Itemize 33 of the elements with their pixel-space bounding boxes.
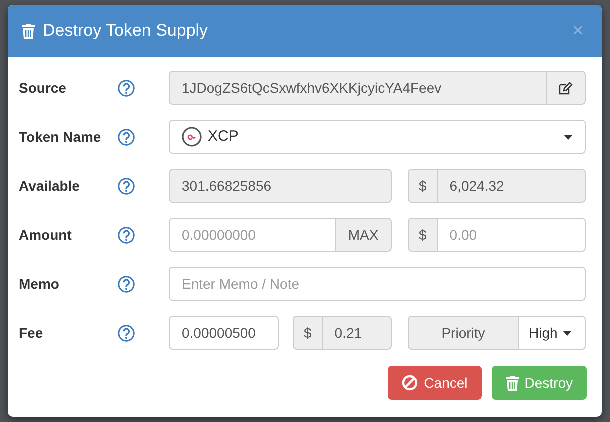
token-logo-icon xyxy=(182,127,202,147)
help-icon[interactable] xyxy=(118,324,135,342)
priority-dropdown[interactable]: High xyxy=(519,316,586,350)
field-label: Source xyxy=(19,78,68,98)
max-button[interactable]: MAX xyxy=(336,218,392,252)
field-label: Fee xyxy=(19,324,44,342)
help-icon[interactable] xyxy=(118,178,135,194)
cancel-button[interactable]: Cancel xyxy=(388,366,482,400)
currency-addon: $ xyxy=(408,169,438,203)
fee-input-field[interactable]: 0.00000500 xyxy=(169,316,279,350)
field-label: Token Name xyxy=(19,128,102,146)
edit-icon xyxy=(559,82,573,94)
memo-input-field[interactable]: Enter Memo / Note xyxy=(169,267,586,301)
ban-icon xyxy=(402,375,418,391)
trash-icon xyxy=(506,376,519,390)
help-icon[interactable] xyxy=(118,276,135,292)
token-select[interactable]: XCP xyxy=(169,120,586,154)
edit-button[interactable] xyxy=(547,71,586,105)
dialog-title: Destroy Token Supply xyxy=(43,20,208,42)
help-icon[interactable] xyxy=(118,226,135,244)
field-label: Memo xyxy=(19,274,60,294)
field-label: Amount xyxy=(19,226,73,244)
trash-icon xyxy=(22,24,35,38)
field-label: Available xyxy=(19,176,81,196)
usd-input-field[interactable]: 0.00 xyxy=(438,218,586,252)
caret-icon xyxy=(564,134,573,140)
currency-addon: $ xyxy=(293,316,323,350)
caret-icon xyxy=(562,330,572,336)
help-icon[interactable] xyxy=(118,80,135,96)
currency-addon: $ xyxy=(408,218,438,252)
amount-input-field[interactable]: 0.00000000 xyxy=(169,218,336,252)
help-icon[interactable] xyxy=(118,128,135,146)
priority-label: Priority xyxy=(408,316,519,350)
